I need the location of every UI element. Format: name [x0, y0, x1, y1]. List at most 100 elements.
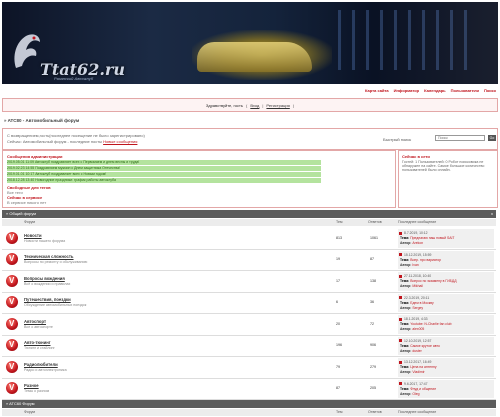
section-header-general[interactable]: » Общий форум x [2, 210, 496, 218]
forum-row[interactable]: Авто-тюнингТюнинг и стайлинг 196 906 12.10.… [2, 335, 496, 357]
last-post-topic: Тема: Вопр. про вариатор [400, 257, 442, 262]
section-title: » ATC60 Форум [6, 401, 35, 406]
forum-name-link[interactable]: Радиолюбители [24, 362, 58, 367]
topnav-calendar[interactable]: Календарь [424, 88, 446, 93]
header-banner[interactable]: Ttat62.ru Рязанский Автоклуб [2, 2, 498, 84]
last-post-topic-link[interactable]: Предлагаю наш новый SAIT [410, 236, 454, 240]
forum-name-link[interactable]: Автоспорт [24, 319, 46, 324]
last-post-date: 15.12.2019, 15:59 [398, 252, 432, 257]
last-post-author-link[interactable]: Sergey [412, 306, 423, 310]
forum-row[interactable]: РадиолюбителиРадио и автоэлектроника 79 27… [2, 356, 496, 379]
last-post-author-link[interactable]: Mikhail [412, 284, 423, 288]
forum-row[interactable]: Техническая сложностьВопросы по ремонту … [2, 249, 496, 271]
admin-message[interactable]: 2019.02.23 14:55 Поздравляем мужчин с Дн… [7, 166, 321, 171]
last-post-date: 13.12.2017, 16:49 [398, 360, 432, 364]
dragon-logo-icon [14, 34, 40, 68]
forum-name-link[interactable]: Путешествия, поездки [24, 297, 71, 302]
last-post-cell: 9.6.2017, 17:47 Тема: Флуд и общение Автор… [398, 379, 494, 398]
forum-row[interactable]: АвтоспортВсе о автоспорте 20 72 18.1.2019, … [2, 313, 496, 336]
topnav-search[interactable]: Поиск [484, 88, 496, 93]
topnav-users[interactable]: Пользователи [451, 88, 479, 93]
last-post-author: Автор: Arekon [400, 241, 424, 245]
new-posts-link[interactable]: Новые сообщения [103, 139, 137, 144]
last-post-topic: Тема: Youtube: N-Charlie fan club [400, 322, 452, 326]
col-forum: Форум [24, 410, 35, 414]
login-link[interactable]: Вход [250, 103, 259, 108]
last-post-topic-link[interactable]: Youtube: N-Charlie fan club [410, 322, 451, 326]
forum-status-icon [6, 296, 18, 309]
last-post-topic-link[interactable]: Едем в Москву [410, 301, 434, 305]
forum-name-link[interactable]: Авто-тюнинг [24, 340, 51, 345]
forum-name-link[interactable]: Техническая сложность [24, 254, 74, 259]
last-post-author-link[interactable]: Vladimir [412, 370, 424, 374]
forum-row[interactable]: Вопросы вожденияВсё о вождении и правила… [2, 270, 496, 293]
forum-status-icon [6, 360, 18, 373]
site-tagline: Рязанский Автоклуб [54, 76, 94, 81]
last-post-topic-link[interactable]: Самое крутое авто [410, 344, 440, 348]
section-header-atc[interactable]: » ATC60 Форум [2, 400, 496, 408]
separator: ( [245, 102, 248, 108]
topnav-sitemap[interactable]: Карта сайта [365, 88, 389, 93]
greeting-text: Здравствуйте, гость [205, 102, 243, 108]
column-headers: Форум Тем Ответов Последнее сообщение [2, 219, 496, 226]
search-input[interactable] [435, 135, 485, 141]
last-post-date: 9.6.2017, 17:47 [399, 381, 428, 386]
post-count: 205 [370, 386, 376, 391]
search-button[interactable]: Go [488, 135, 496, 141]
service-text: В сервисе никого нет [7, 200, 47, 205]
forum-row[interactable]: РазноеТемы о разном 87 205 9.6.2017, 17:47Т… [2, 378, 496, 400]
breadcrumb[interactable]: » ATC80 - Автомобильный форум [4, 118, 79, 123]
forum-description: Новости нашего форума [24, 238, 66, 243]
post-count: 138 [370, 278, 376, 283]
forum-name-link[interactable]: Разное [24, 383, 39, 388]
topic-count: 6 [336, 300, 338, 305]
last-post-author-link[interactable]: duster [412, 349, 421, 353]
status-line: Сейчас: Автомобильный форум - последние … [7, 139, 138, 144]
last-post-author: Автор: Ivan [400, 262, 419, 267]
col-forum: Форум [24, 220, 35, 224]
post-count: 87 [370, 257, 374, 262]
last-post-date: 12.10.2019, 12:57 [398, 338, 432, 343]
forum-row[interactable]: Путешествия, поездкиОбсуждение автомобил… [2, 292, 496, 314]
last-post-author: Автор: Sergey [400, 305, 424, 310]
login-bar: Здравствуйте, гость ( Вход | Регистрация… [2, 98, 498, 112]
col-posts: Ответов [368, 220, 382, 224]
last-post-topic-link[interactable]: Вопрос по экзамену в ГИБДД [410, 279, 456, 283]
last-post-date: 8.7.2019, 10:12 [399, 231, 428, 235]
welcome-box: С возвращением,гость(последнее посещение… [2, 128, 498, 150]
forum-name-link[interactable]: Новости [24, 233, 42, 238]
forum-description: Все о автоспорте [24, 324, 53, 329]
topic-count: 79 [336, 364, 340, 369]
admin-message[interactable]: 2018.12.28 13:40 Новогодние праздники: г… [7, 178, 321, 183]
last-post-topic-link[interactable]: Вопр. про вариатор [410, 258, 441, 262]
forum-status-icon [6, 382, 18, 395]
topic-count: 87 [336, 386, 340, 391]
col-posts: Ответов [368, 410, 382, 414]
topic-count: 20 [336, 321, 340, 326]
forum-status-icon [6, 339, 18, 352]
last-post-author-link[interactable]: alex005 [412, 327, 424, 331]
admin-message[interactable]: 2019.05.01 11:09 Автоклуб поздравляет вс… [7, 160, 321, 165]
online-box: Сейчас в сети Гостей: 1 Пользователей: 0… [398, 150, 498, 208]
admin-message[interactable]: 2019.01.01 10:17 Автоклуб поздравляет вс… [7, 172, 321, 177]
last-post-cell: 27.11.2018, 10:40 Тема: Вопрос по экзамен… [398, 272, 494, 291]
forum-description: Радио и автоэлектроника [24, 367, 67, 372]
post-count: 36 [370, 300, 374, 305]
forum-status-icon [6, 317, 18, 330]
last-post-topic-link[interactable]: Цена на антенну [410, 365, 436, 369]
welcome-text: С возвращением,гость(последнее посещение… [7, 133, 145, 138]
online-title: Сейчас в сети [402, 154, 430, 159]
column-headers: Форум Тем Ответов Последнее сообщение [2, 409, 496, 416]
last-post-author-link[interactable]: Oleg [412, 392, 419, 396]
register-link[interactable]: Регистрация [266, 103, 289, 108]
collapse-icon[interactable]: x [491, 210, 493, 218]
topnav-informer[interactable]: Информатор [394, 88, 420, 93]
last-post-author: Автор: Mikhail [400, 284, 423, 288]
last-post-date: 27.11.2018, 10:40 [398, 274, 432, 278]
forum-name-link[interactable]: Вопросы вождения [24, 276, 65, 281]
last-post-author-link[interactable]: Arekon [412, 241, 423, 245]
col-topics: Тем [336, 220, 343, 224]
last-post-topic-link[interactable]: Флуд и общение [410, 387, 436, 391]
last-post-author-link[interactable]: Ivan [412, 263, 418, 267]
forum-row[interactable]: НовостиНовости нашего форума 813 1061 8.7.2… [2, 227, 496, 250]
